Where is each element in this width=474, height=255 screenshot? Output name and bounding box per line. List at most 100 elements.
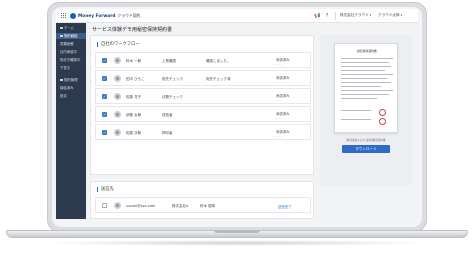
check-icon: ✓ <box>102 76 107 81</box>
checkbox[interactable] <box>102 203 107 208</box>
text-line <box>341 98 377 99</box>
sidebar-item-label: 下書き <box>60 66 71 70</box>
check-icon: ✓ <box>102 130 107 135</box>
status-timestamp: ‥‥‥‥ <box>274 134 282 138</box>
text-line <box>341 94 389 95</box>
sidebar: ホーム 契約締結 書類依頼 社内承認中 相手方確認中 下書き 契約管理 締結済み… <box>56 23 86 219</box>
sidebar-item-drafts[interactable]: 下書き <box>56 65 86 71</box>
help-icon[interactable]: ? <box>324 13 330 19</box>
workflow-row: ✓ 佐藤 次郎 押印者 承認済み ‥‥‥‥ <box>95 124 311 140</box>
text-line <box>341 86 381 87</box>
recipient-status[interactable]: 送信完了 <box>278 204 292 209</box>
avatar <box>114 57 121 64</box>
sidebar-item-contract-signing[interactable]: 契約締結 <box>56 33 86 39</box>
workflow-row: ✓ 伊藤 太郎 送信者 承認済み ‥‥‥‥ <box>95 106 311 122</box>
recipient-email: suzuki@xxx.com <box>126 204 156 208</box>
workflow-row: ✓ 田中 ひろこ 宛先チェック 宛先チェック済 承認済み ‥‥‥‥ <box>95 70 311 86</box>
document-title: 秘密保持契約書 <box>357 49 377 53</box>
recipient-panel: 送信先 suzuki@xxx.com 株式会社A 鈴木 優希 送信完了 <box>90 181 314 219</box>
user-select-label: クラウド太郎 <box>378 13 400 17</box>
divider <box>335 12 336 20</box>
avatar <box>114 202 121 209</box>
status-timestamp: ‥‥‥‥ <box>274 80 282 84</box>
status-timestamp: ‥‥‥‥ <box>274 62 282 66</box>
document-caption: 株式会社Aとの 秘密保持契約書 <box>346 138 386 142</box>
workflow-row: ✓ 佐藤 花子 法務チェック 承認済み ‥‥‥‥ <box>95 88 311 104</box>
approver-comment: 確認しました。 <box>206 59 231 63</box>
text-line <box>341 74 393 75</box>
seal-stamp-icon <box>379 109 386 116</box>
sidebar-item-label: 社内承認中 <box>60 50 77 54</box>
laptop-shadow <box>40 240 434 246</box>
user-select[interactable]: クラウド太郎▾ <box>378 13 402 19</box>
check-icon: ✓ <box>102 58 107 63</box>
text-line <box>341 70 385 71</box>
text-line <box>341 58 393 59</box>
sidebar-item-home[interactable]: ホーム <box>56 25 86 31</box>
chevron-down-icon: ▾ <box>400 13 403 17</box>
sidebar-item-settings[interactable]: 設定 <box>56 93 86 99</box>
workflow-row: ✓ 鈴木 一郎 上長確認 確認しました。 承認済み ‥‥‥‥ <box>95 52 311 68</box>
page-title: サービス体験デモ用秘密保持契約書 <box>92 27 173 33</box>
download-button[interactable]: ダウンロード <box>342 145 390 153</box>
approver-role: 法務チェック <box>162 95 183 99</box>
document-preview-panel: 秘密保持契約書 株式会社Aとの 秘密保持契約書 ダウンロード <box>320 35 412 185</box>
text-line <box>341 119 371 120</box>
app-grid-icon[interactable] <box>61 13 67 19</box>
approver-role: 送信者 <box>162 113 173 117</box>
recipient-row: suzuki@xxx.com 株式会社A 鈴木 優希 送信完了 <box>95 197 311 213</box>
document-thumbnail[interactable]: 秘密保持契約書 <box>334 43 398 133</box>
sidebar-item-label: 書類依頼 <box>60 42 74 46</box>
text-line <box>341 82 391 83</box>
approver-name: 田中 ひろこ <box>126 77 145 81</box>
sidebar-item-label: 契約管理 <box>64 78 78 82</box>
status-timestamp: ‥‥‥‥ <box>274 116 282 120</box>
office-select-label: 株式会社クラウド <box>340 13 369 17</box>
approver-role: 宛先チェック <box>162 77 183 81</box>
text-line <box>341 78 387 79</box>
avatar <box>114 75 121 82</box>
text-line <box>341 90 393 91</box>
check-icon: ✓ <box>102 94 107 99</box>
sidebar-item-label: ホーム <box>64 26 75 30</box>
approver-name: 伊藤 太郎 <box>126 113 142 117</box>
sidebar-item-label: 締結済み <box>60 86 74 90</box>
avatar <box>114 111 121 118</box>
approver-role: 上長確認 <box>162 59 176 63</box>
workflow-heading: 自社のワークフロー <box>97 42 140 47</box>
sidebar-item-internal-approval[interactable]: 社内承認中 <box>56 49 86 55</box>
logo-subtitle: クラウド契約 <box>117 13 141 18</box>
seal-stamp-icon <box>379 118 386 125</box>
text-line <box>341 110 371 111</box>
approver-name: 佐藤 花子 <box>126 95 142 99</box>
recipient-person: 鈴木 優希 <box>200 204 216 208</box>
approver-name: 佐藤 次郎 <box>126 131 142 135</box>
chevron-down-icon: ▾ <box>369 13 372 17</box>
document-icon <box>60 34 63 38</box>
sidebar-item-contract-management[interactable]: 契約管理 <box>56 77 86 83</box>
folder-icon <box>60 78 63 82</box>
approver-name: 鈴木 一郎 <box>126 59 142 63</box>
sidebar-item-signed[interactable]: 締結済み <box>56 85 86 91</box>
avatar <box>114 129 121 136</box>
sidebar-item-document-request[interactable]: 書類依頼 <box>56 41 86 47</box>
laptop-notch <box>214 230 260 233</box>
app-screen: Money Forward クラウド契約 📢 ? 株式会社クラウド▾ クラウド太… <box>56 9 418 219</box>
text-line <box>341 62 389 63</box>
check-icon: ✓ <box>102 112 107 117</box>
laptop-mockup: Money Forward クラウド契約 📢 ? 株式会社クラウド▾ クラウド太… <box>0 0 474 255</box>
sidebar-item-counterparty-check[interactable]: 相手方確認中 <box>56 57 86 63</box>
logo-text: Money Forward <box>78 13 116 19</box>
text-line <box>341 66 391 67</box>
avatar <box>114 93 121 100</box>
sidebar-item-label: 相手方確認中 <box>60 58 81 62</box>
recipient-heading: 送信先 <box>97 187 114 192</box>
workflow-panel: 自社のワークフロー ✓ 鈴木 一郎 上長確認 確認しました。 承認済み ‥‥‥‥… <box>90 35 314 175</box>
megaphone-icon[interactable]: 📢 <box>314 13 320 19</box>
recipient-company: 株式会社A <box>172 204 189 208</box>
app-logo[interactable]: Money Forward クラウド契約 <box>70 12 140 20</box>
office-select[interactable]: 株式会社クラウド▾ <box>340 13 371 19</box>
approver-role: 押印者 <box>162 131 173 135</box>
status-timestamp: ‥‥‥‥ <box>274 98 282 102</box>
approver-comment: 宛先チェック済 <box>206 77 231 81</box>
